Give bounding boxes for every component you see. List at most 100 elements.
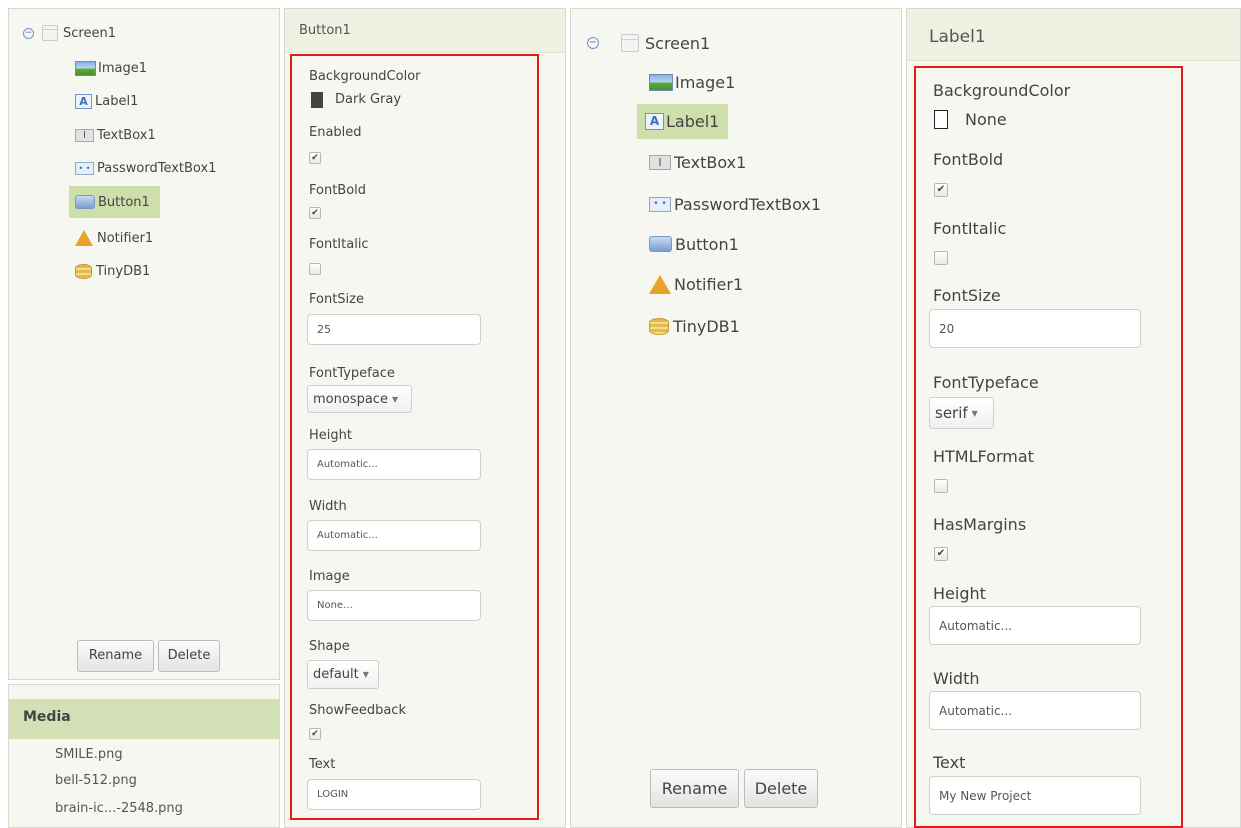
tree-item-label: Screen1	[645, 33, 711, 53]
media-file[interactable]: SMILE.png	[55, 747, 123, 762]
prop-label-enabled: Enabled	[309, 125, 362, 140]
fontsize-input[interactable]: 20	[929, 309, 1141, 348]
fontbold-checkbox[interactable]: ✔	[309, 207, 321, 219]
components-panel-right: − Screen1 Image1 A Label1 I TextBox1 • •…	[570, 8, 902, 828]
prop-label-height: Height	[309, 428, 352, 443]
prop-label-shape: Shape	[309, 639, 350, 654]
prop-label-htmlformat: HTMLFormat	[933, 447, 1034, 466]
tree-item-passwordtextbox1[interactable]: • • PasswordTextBox1	[75, 157, 216, 179]
delete-button[interactable]: Delete	[744, 769, 818, 808]
properties-title: Label1	[929, 27, 986, 47]
fonttypeface-select[interactable]: serif ▼	[929, 397, 994, 429]
prop-label-fontsize: FontSize	[933, 286, 1001, 305]
tree-item-label: TextBox1	[97, 127, 156, 143]
prop-label-height: Height	[933, 584, 986, 603]
rename-button[interactable]: Rename	[650, 769, 739, 808]
image-input[interactable]: None...	[307, 590, 481, 621]
tree-item-tinydb1[interactable]: TinyDB1	[75, 260, 150, 282]
tree-item-label1[interactable]: A Label1	[75, 90, 138, 112]
textbox-icon: I	[649, 154, 671, 170]
tree-item-label: Screen1	[63, 25, 116, 41]
prop-label-text: Text	[309, 757, 336, 772]
text-input[interactable]: LOGIN	[307, 779, 481, 810]
select-value: serif	[935, 404, 968, 422]
tree-item-tinydb1[interactable]: TinyDB1	[649, 313, 740, 339]
database-icon	[649, 317, 669, 335]
prop-label-fontitalic: FontItalic	[933, 219, 1007, 238]
tree-item-label: Label1	[95, 93, 139, 109]
tree-item-label: Button1	[98, 194, 150, 210]
tree-item-image1[interactable]: Image1	[649, 69, 735, 95]
backgroundcolor-value[interactable]: Dark Gray	[335, 92, 401, 107]
backgroundcolor-value[interactable]: None	[965, 110, 1007, 129]
prop-label-width: Width	[933, 669, 980, 688]
shape-select[interactable]: default ▼	[307, 660, 379, 689]
textbox-icon: I	[75, 128, 94, 142]
rename-button[interactable]: Rename	[77, 640, 154, 672]
tree-item-textbox1[interactable]: I TextBox1	[649, 149, 746, 175]
select-value: monospace	[313, 391, 388, 407]
prop-label-fontsize: FontSize	[309, 292, 364, 307]
media-file[interactable]: bell-512.png	[55, 773, 137, 788]
media-file[interactable]: brain-ic...-2548.png	[55, 801, 183, 816]
tree-screen-row[interactable]: − Screen1	[23, 21, 116, 45]
tree-item-notifier1[interactable]: Notifier1	[649, 271, 743, 297]
label-icon: A	[645, 113, 664, 130]
password-icon: • •	[649, 196, 671, 212]
color-swatch[interactable]	[311, 92, 323, 108]
tree-item-label: PasswordTextBox1	[674, 194, 822, 214]
properties-panel-right: Label1 BackgroundColor None FontBold ✔ F…	[906, 8, 1241, 828]
tree-item-passwordtextbox1[interactable]: • • PasswordTextBox1	[649, 191, 821, 217]
text-input[interactable]: My New Project	[929, 776, 1141, 815]
tree-item-label: Image1	[98, 60, 147, 76]
fontitalic-checkbox[interactable]	[934, 251, 948, 265]
properties-header: Label1	[907, 9, 1240, 61]
collapse-icon[interactable]: −	[23, 27, 34, 39]
height-input[interactable]: Automatic...	[929, 606, 1141, 645]
fontsize-input[interactable]: 25	[307, 314, 481, 345]
prop-label-showfeedback: ShowFeedback	[309, 703, 406, 718]
screen-icon	[42, 25, 58, 41]
enabled-checkbox[interactable]: ✔	[309, 152, 321, 164]
prop-label-fonttypeface: FontTypeface	[309, 366, 395, 381]
tree-item-button1[interactable]: Button1	[649, 231, 739, 257]
tree-item-button1[interactable]: Button1	[69, 186, 160, 218]
tree-item-label1[interactable]: A Label1	[637, 104, 728, 139]
prop-label-fontitalic: FontItalic	[309, 237, 369, 252]
width-input[interactable]: Automatic...	[307, 520, 481, 551]
collapse-icon[interactable]: −	[587, 37, 599, 49]
width-input[interactable]: Automatic...	[929, 691, 1141, 730]
delete-button[interactable]: Delete	[158, 640, 220, 672]
password-icon: • •	[75, 161, 94, 175]
properties-title: Button1	[299, 23, 351, 38]
color-swatch[interactable]	[934, 110, 948, 129]
button-icon	[649, 236, 672, 252]
height-input[interactable]: Automatic...	[307, 449, 481, 480]
fontitalic-checkbox[interactable]	[309, 263, 321, 275]
database-icon	[75, 263, 92, 279]
tree-item-label: Notifier1	[97, 230, 154, 246]
fontbold-checkbox[interactable]: ✔	[934, 183, 948, 197]
screen-icon	[621, 34, 639, 52]
prop-label-width: Width	[309, 499, 347, 514]
showfeedback-checkbox[interactable]: ✔	[309, 728, 321, 740]
properties-panel-left: Button1 BackgroundColor Dark Gray Enable…	[284, 8, 566, 828]
prop-label-fontbold: FontBold	[933, 150, 1004, 169]
media-header: Media	[9, 699, 279, 739]
image-icon	[649, 73, 673, 91]
warning-icon	[75, 230, 93, 246]
tree-item-notifier1[interactable]: Notifier1	[75, 227, 153, 249]
tree-item-textbox1[interactable]: I TextBox1	[75, 124, 156, 146]
fonttypeface-select[interactable]: monospace ▼	[307, 385, 412, 413]
tree-item-label: TinyDB1	[96, 263, 151, 279]
tree-item-label: TinyDB1	[673, 316, 740, 336]
chevron-down-icon: ▼	[971, 408, 978, 418]
hasmargins-checkbox[interactable]: ✔	[934, 547, 948, 561]
tree-item-label: PasswordTextBox1	[97, 160, 217, 176]
prop-label-fontbold: FontBold	[309, 183, 367, 198]
tree-item-image1[interactable]: Image1	[75, 57, 147, 79]
tree-screen-row[interactable]: − Screen1	[587, 29, 710, 57]
htmlformat-checkbox[interactable]	[934, 479, 948, 493]
prop-label-fonttypeface: FontTypeface	[933, 373, 1039, 392]
chevron-down-icon: ▼	[362, 670, 369, 679]
